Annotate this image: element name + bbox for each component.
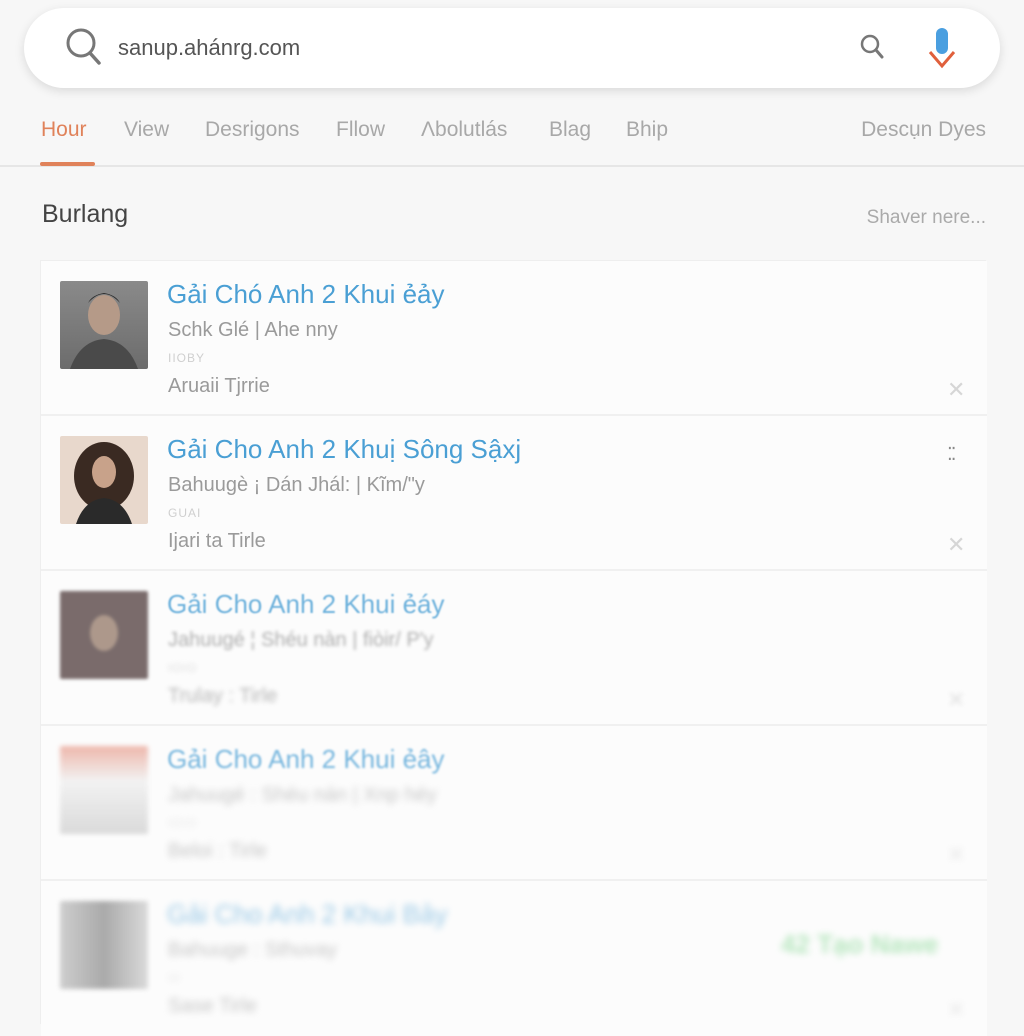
- results-list: Gải Chó Anh 2 Khui ẻảy Schk Glé | Ahe nn…: [40, 260, 987, 1036]
- item-line: Aruaii Tjrrie: [168, 375, 270, 397]
- tab-hour[interactable]: Hour: [40, 118, 94, 166]
- item-badge: 42 Tạo Nawe: [781, 929, 939, 959]
- item-title[interactable]: Gải Cho Anh 2 Khui ẻáy: [167, 589, 445, 620]
- list-item[interactable]: Gải Cho Anh 2 Khui ẻáy Jahuugé ¦ Shéu nà…: [41, 571, 987, 726]
- list-item[interactable]: Gải Cho Anh 2 Khui ẻây Jahuugé : Shéu ná…: [41, 726, 987, 881]
- item-meta: III: [168, 971, 182, 985]
- item-title[interactable]: Gải Cho Anh 2 Khuị Sông Sậxj: [167, 434, 521, 465]
- item-line: Sase Tirle: [168, 995, 257, 1017]
- tab-desrigons[interactable]: Desrigons: [205, 118, 300, 142]
- item-line: Trulay : Tirle: [168, 685, 278, 707]
- thumbnail: [60, 436, 148, 524]
- item-meta: IIOBY: [168, 351, 206, 365]
- mic-icon[interactable]: [926, 26, 958, 74]
- tab-fllow[interactable]: Fllow: [336, 118, 385, 142]
- item-line: Beloi : Tirle: [168, 840, 267, 862]
- thumbnail: [60, 901, 148, 989]
- tab-bar: Hour View Desrigons Fllow Λbolutlás Blag…: [0, 100, 1024, 167]
- item-title[interactable]: Gải Cho Anh 2 Khui Bảy: [167, 899, 447, 930]
- tab-view[interactable]: View: [124, 118, 169, 142]
- item-line: Ijari ta Tirle: [168, 530, 266, 552]
- tab-abolutlas[interactable]: Λbolutlás: [421, 118, 507, 142]
- list-item[interactable]: Gải Cho Anh 2 Khui Bảy Bahuuge : Sthuvay…: [41, 881, 987, 1036]
- item-meta: IOIO: [168, 816, 198, 830]
- thumbnail: [60, 746, 148, 834]
- item-subtitle: Jahuugé : Shéu nán | Xnp héy: [168, 784, 437, 806]
- close-icon[interactable]: ✕: [947, 997, 965, 1023]
- search-submit-icon[interactable]: [858, 32, 886, 62]
- item-meta: GUAI: [168, 506, 202, 520]
- see-more-link[interactable]: Shaver nere...: [867, 207, 986, 229]
- item-title[interactable]: Gải Cho Anh 2 Khui ẻây: [167, 744, 445, 775]
- tab-bhip[interactable]: Bhip: [626, 118, 668, 142]
- thumbnail: [60, 591, 148, 679]
- item-subtitle: Bahuuge : Sthuvay: [168, 939, 338, 961]
- list-item[interactable]: Gải Cho Anh 2 Khuị Sông Sậxj Bahuugè ¡ D…: [41, 416, 987, 571]
- search-bar: [24, 8, 1000, 88]
- drag-handle-icon[interactable]: ⁚⁚: [947, 444, 957, 465]
- item-title[interactable]: Gải Chó Anh 2 Khui ẻảy: [167, 279, 445, 310]
- close-icon[interactable]: ✕: [947, 377, 965, 403]
- section-title: Burlang: [42, 200, 129, 228]
- close-icon[interactable]: ✕: [947, 687, 965, 713]
- close-icon[interactable]: ✕: [947, 532, 965, 558]
- item-subtitle: Bahuugè ¡ Dán Jhál: | Kĩm/"y: [168, 474, 425, 496]
- tab-blag[interactable]: Blag: [549, 118, 591, 142]
- tab-descun-dyes[interactable]: Descụn Dyes: [861, 118, 986, 142]
- search-input[interactable]: [118, 30, 718, 66]
- list-item[interactable]: Gải Chó Anh 2 Khui ẻảy Schk Glé | Ahe nn…: [41, 261, 987, 416]
- item-subtitle: Schk Glé | Ahe nny: [168, 319, 338, 341]
- close-icon[interactable]: ✕: [947, 842, 965, 868]
- item-meta: IOIO: [168, 661, 198, 675]
- thumbnail: [60, 281, 148, 369]
- search-icon: [66, 28, 101, 65]
- item-subtitle: Jahuugé ¦ Shéu nàn | fiòir/ P'y: [168, 629, 434, 651]
